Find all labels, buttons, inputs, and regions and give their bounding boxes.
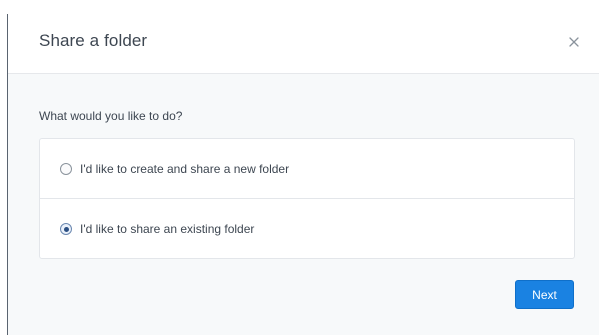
- dialog-body: What would you like to do? I'd like to c…: [8, 74, 599, 335]
- close-button[interactable]: [566, 34, 582, 50]
- option-label: I'd like to share an existing folder: [80, 222, 255, 236]
- next-button[interactable]: Next: [515, 280, 574, 309]
- option-label: I'd like to create and share a new folde…: [80, 161, 290, 176]
- option-share-existing-folder[interactable]: I'd like to share an existing folder: [40, 199, 574, 259]
- radio-checked-icon[interactable]: [60, 223, 72, 235]
- radio-unchecked-icon[interactable]: [60, 162, 72, 175]
- dialog-title: Share a folder: [39, 31, 148, 50]
- option-create-new-folder[interactable]: I'd like to create and share a new folde…: [40, 139, 574, 199]
- options-group: I'd like to create and share a new folde…: [39, 138, 575, 259]
- dialog-header: Share a folder: [8, 14, 599, 74]
- question-text: What would you like to do?: [39, 109, 183, 123]
- close-icon: [569, 37, 579, 47]
